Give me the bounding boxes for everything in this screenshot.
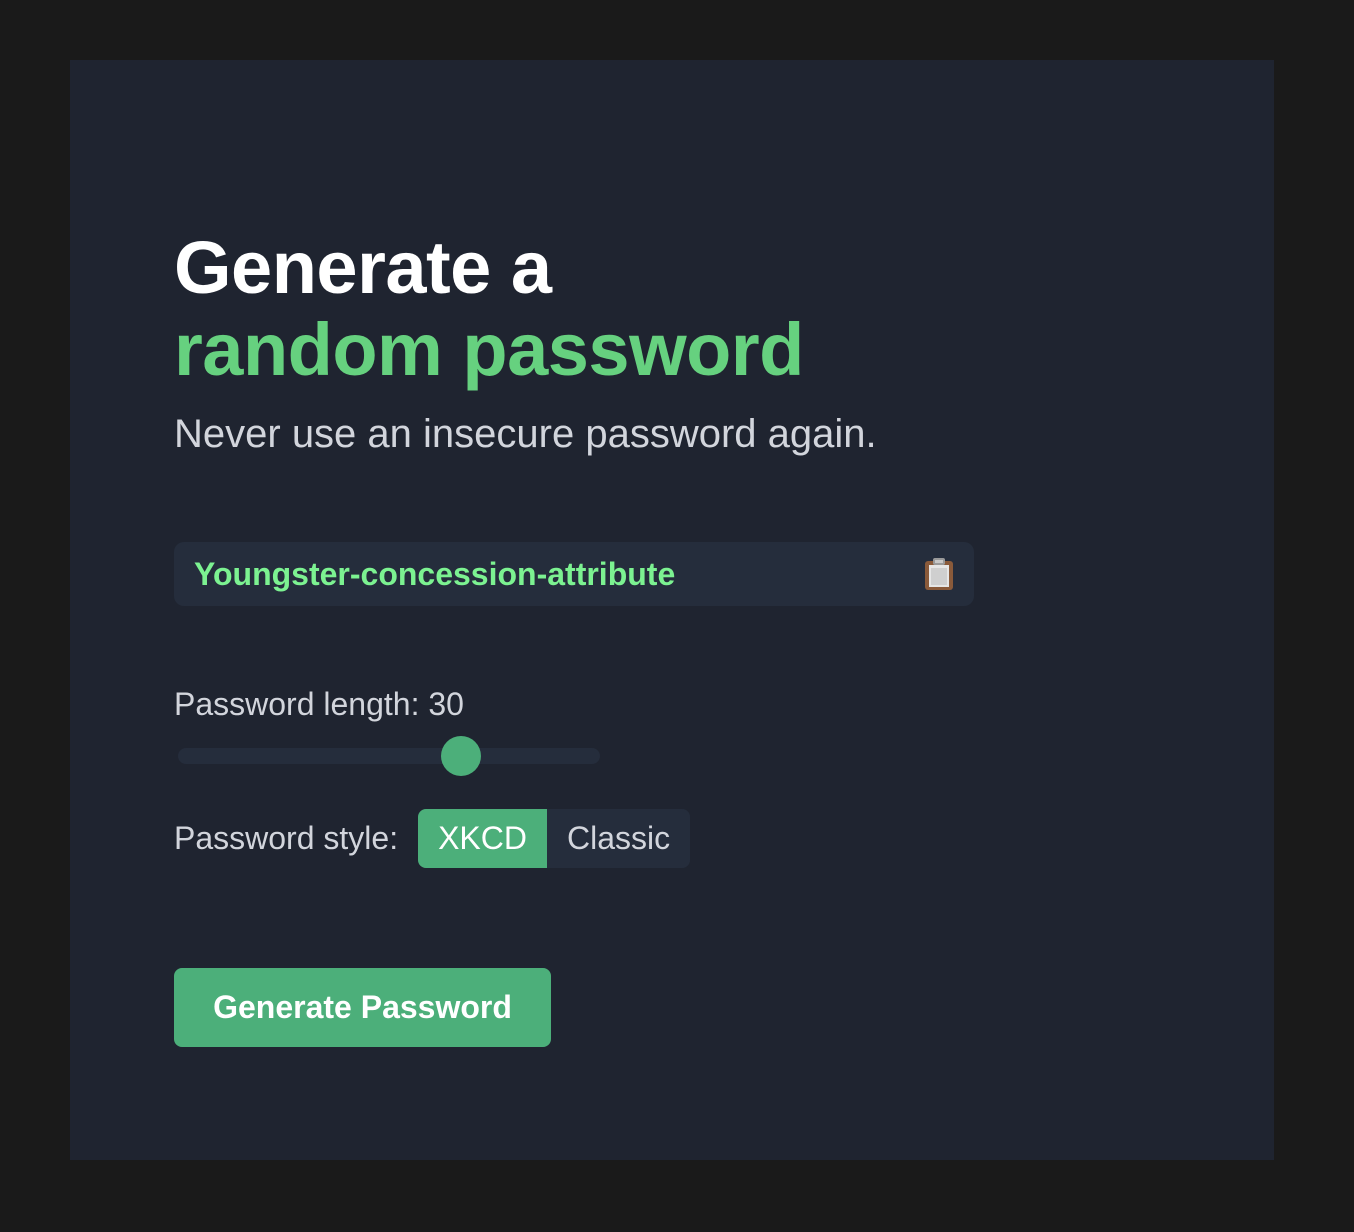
password-text: Youngster-concession-attribute xyxy=(194,555,676,592)
style-option-classic[interactable]: Classic xyxy=(546,809,691,868)
generate-password-button[interactable]: Generate Password xyxy=(174,968,551,1047)
password-length-label: Password length: 30 xyxy=(174,686,464,722)
password-length-slider[interactable] xyxy=(178,736,600,776)
password-style-label: Password style: xyxy=(174,820,399,856)
password-style-row: Password style: XKCD Classic xyxy=(174,809,691,868)
title-line-1: Generate a xyxy=(174,226,552,309)
slider-thumb[interactable] xyxy=(440,736,481,776)
title-line-2: random password xyxy=(174,308,804,391)
clipboard-icon[interactable] xyxy=(924,557,954,591)
main-panel: Generate a random password Never use an … xyxy=(70,60,1274,1160)
password-style-toggle: XKCD Classic xyxy=(418,809,691,868)
subtitle: Never use an insecure password again. xyxy=(174,412,877,456)
password-output[interactable]: Youngster-concession-attribute xyxy=(174,542,974,606)
style-option-xkcd[interactable]: XKCD xyxy=(418,809,547,868)
